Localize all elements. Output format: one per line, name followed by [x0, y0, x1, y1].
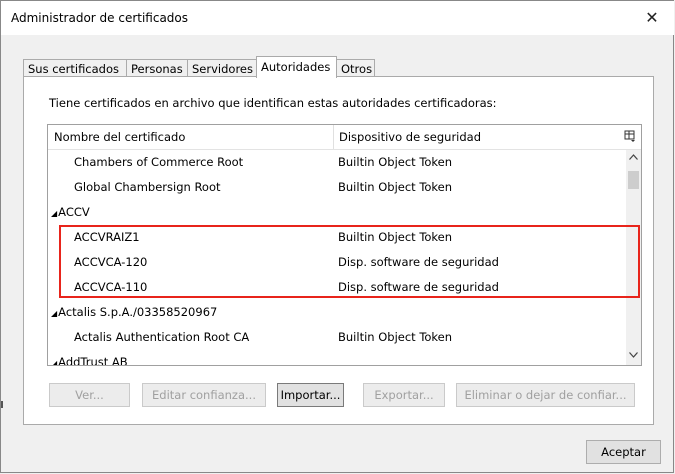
cert-device: Builtin Object Token	[338, 180, 453, 194]
scroll-up-icon[interactable]	[626, 150, 641, 167]
export-button[interactable]: Exportar...	[363, 383, 445, 407]
group-label: ◢Actalis S.p.A./03358520967	[51, 300, 217, 326]
delete-distrust-button[interactable]: Eliminar o dejar de confiar...	[456, 383, 635, 407]
view-button[interactable]: Ver...	[49, 383, 130, 407]
authorities-panel: Tiene certificados en archivo que identi…	[23, 76, 654, 425]
table-header: Nombre del certificado Dispositivo de se…	[48, 125, 641, 150]
title-bar: Administrador de certificados ✕	[1, 1, 674, 35]
expanded-triangle-icon[interactable]: ◢	[51, 309, 57, 318]
import-button[interactable]: Importar...	[277, 383, 344, 407]
column-header-device[interactable]: Dispositivo de seguridad	[339, 125, 481, 149]
scroll-down-icon[interactable]	[626, 348, 641, 365]
left-edge-mark	[1, 401, 3, 408]
group-name: Actalis S.p.A./03358520967	[58, 305, 218, 319]
cert-name: Chambers of Commerce Root	[74, 155, 244, 169]
window-title: Administrador de certificados	[11, 11, 189, 25]
column-picker-icon[interactable]	[624, 130, 636, 142]
cert-name: Actalis Authentication Root CA	[74, 330, 250, 344]
column-header-name[interactable]: Nombre del certificado	[54, 125, 185, 149]
tab-personas[interactable]: Personas	[126, 59, 188, 77]
ok-button[interactable]: Aceptar	[586, 440, 661, 464]
tab-autoridades[interactable]: Autoridades	[256, 56, 337, 78]
cert-device: Builtin Object Token	[338, 330, 453, 344]
table-group-row[interactable]: ◢Actalis S.p.A./03358520967	[48, 300, 626, 325]
table-group-row[interactable]: ◢AddTrust AB	[48, 350, 626, 366]
group-name: ACCV	[58, 205, 90, 219]
cert-device: Builtin Object Token	[338, 155, 453, 169]
column-divider[interactable]	[333, 125, 334, 149]
edit-trust-button[interactable]: Editar confianza...	[142, 383, 266, 407]
scroll-thumb[interactable]	[628, 171, 639, 189]
cert-name: Global Chambersign Root	[74, 180, 221, 194]
expanded-triangle-icon[interactable]: ◢	[51, 359, 57, 365]
table-row[interactable]: Chambers of Commerce Root Builtin Object…	[48, 150, 626, 175]
tab-otros[interactable]: Otros	[336, 59, 375, 77]
close-icon[interactable]: ✕	[630, 1, 674, 35]
tab-sus-certificados[interactable]: Sus certificados	[23, 59, 127, 77]
tab-servidores[interactable]: Servidores	[187, 59, 257, 77]
group-label: ◢ACCV	[51, 200, 90, 226]
table-row[interactable]: Global Chambersign Root Builtin Object T…	[48, 175, 626, 200]
panel-description: Tiene certificados en archivo que identi…	[49, 96, 497, 110]
group-label: ◢AddTrust AB	[51, 350, 128, 366]
certificate-manager-window: Administrador de certificados ✕ Sus cert…	[0, 0, 674, 473]
red-highlight-box	[59, 225, 640, 298]
expanded-triangle-icon[interactable]: ◢	[51, 209, 57, 218]
group-name: AddTrust AB	[58, 355, 128, 366]
table-group-row[interactable]: ◢ACCV	[48, 200, 626, 225]
table-row[interactable]: Actalis Authentication Root CA Builtin O…	[48, 325, 626, 350]
